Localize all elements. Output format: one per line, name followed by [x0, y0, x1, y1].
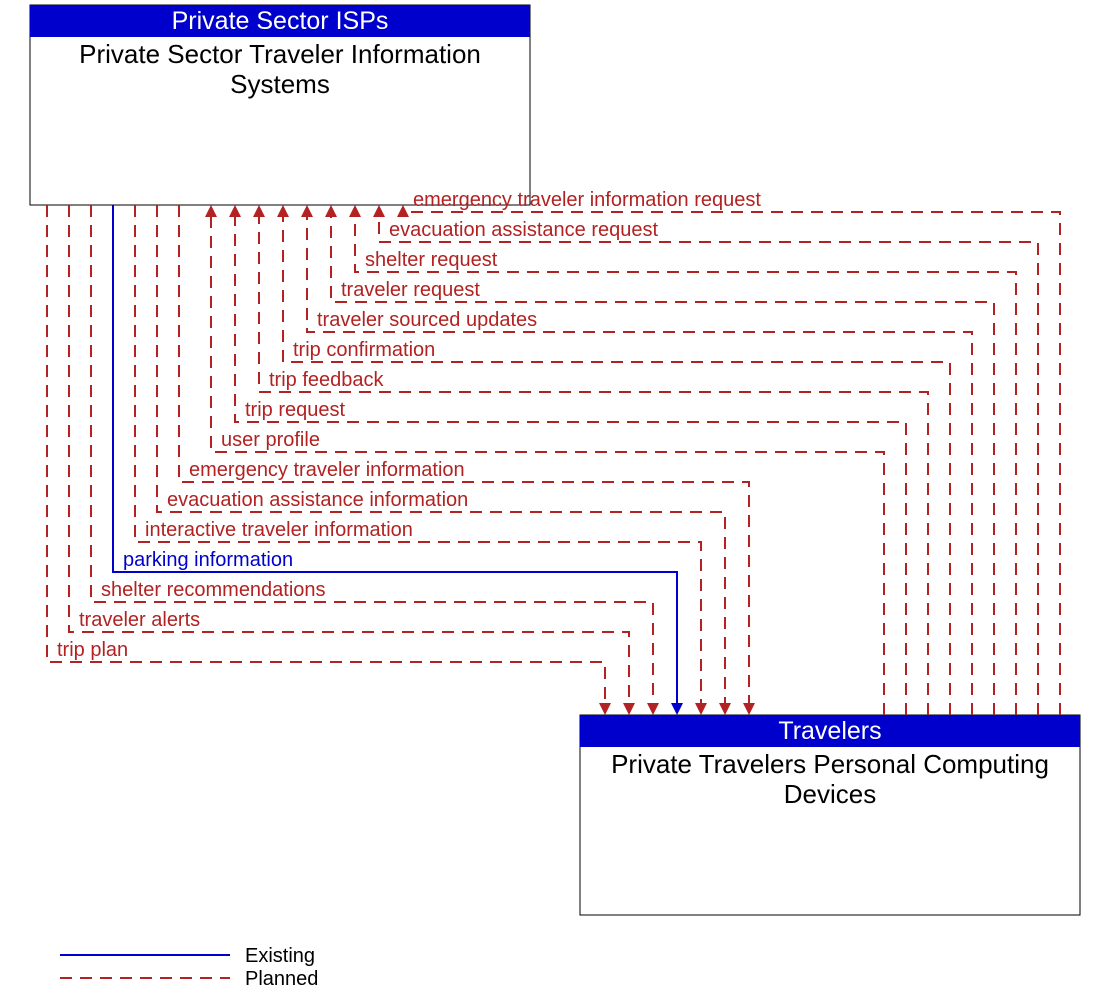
entity-top-body-line1: Private Sector Traveler Information [79, 39, 481, 69]
flow-line [403, 211, 1060, 715]
flow-label: evacuation assistance information [167, 489, 468, 511]
flow-label: interactive traveler information [145, 519, 413, 541]
flows-group: trip plan traveler alerts shelter recommen… [47, 189, 1060, 715]
legend-label-planned: Planned [245, 968, 318, 990]
flow-label: traveler sourced updates [317, 309, 537, 331]
entity-top-body-line2: Systems [230, 69, 330, 99]
entity-private-sector-isps: Private Sector ISPs Private Sector Trave… [30, 5, 530, 205]
flow-label: traveler request [341, 279, 480, 301]
flow-label: parking information [123, 549, 293, 571]
flow-label: shelter recommendations [101, 579, 326, 601]
flow-label: trip request [245, 399, 345, 421]
legend-label-existing: Existing [245, 945, 315, 967]
flow-label: emergency traveler information request [413, 189, 761, 211]
flow-line [47, 205, 605, 709]
flow-label: user profile [221, 429, 320, 451]
entity-bottom-body-line1: Private Travelers Personal Computing [611, 749, 1049, 779]
flow-label: emergency traveler information [189, 459, 465, 481]
architecture-diagram: Private Sector ISPs Private Sector Trave… [0, 0, 1102, 999]
entity-bottom-body-line2: Devices [784, 779, 876, 809]
flow-label: shelter request [365, 249, 498, 271]
flow-label: trip confirmation [293, 339, 435, 361]
entity-travelers: Travelers Private Travelers Personal Com… [580, 715, 1080, 915]
legend: Existing Planned [60, 945, 318, 990]
entity-top-header: Private Sector ISPs [172, 7, 389, 35]
entity-bottom-header: Travelers [778, 717, 881, 745]
flow-label: traveler alerts [79, 609, 200, 631]
flow-label: trip plan [57, 639, 128, 661]
flow-label: trip feedback [269, 369, 385, 391]
flow-label: evacuation assistance request [389, 219, 658, 241]
